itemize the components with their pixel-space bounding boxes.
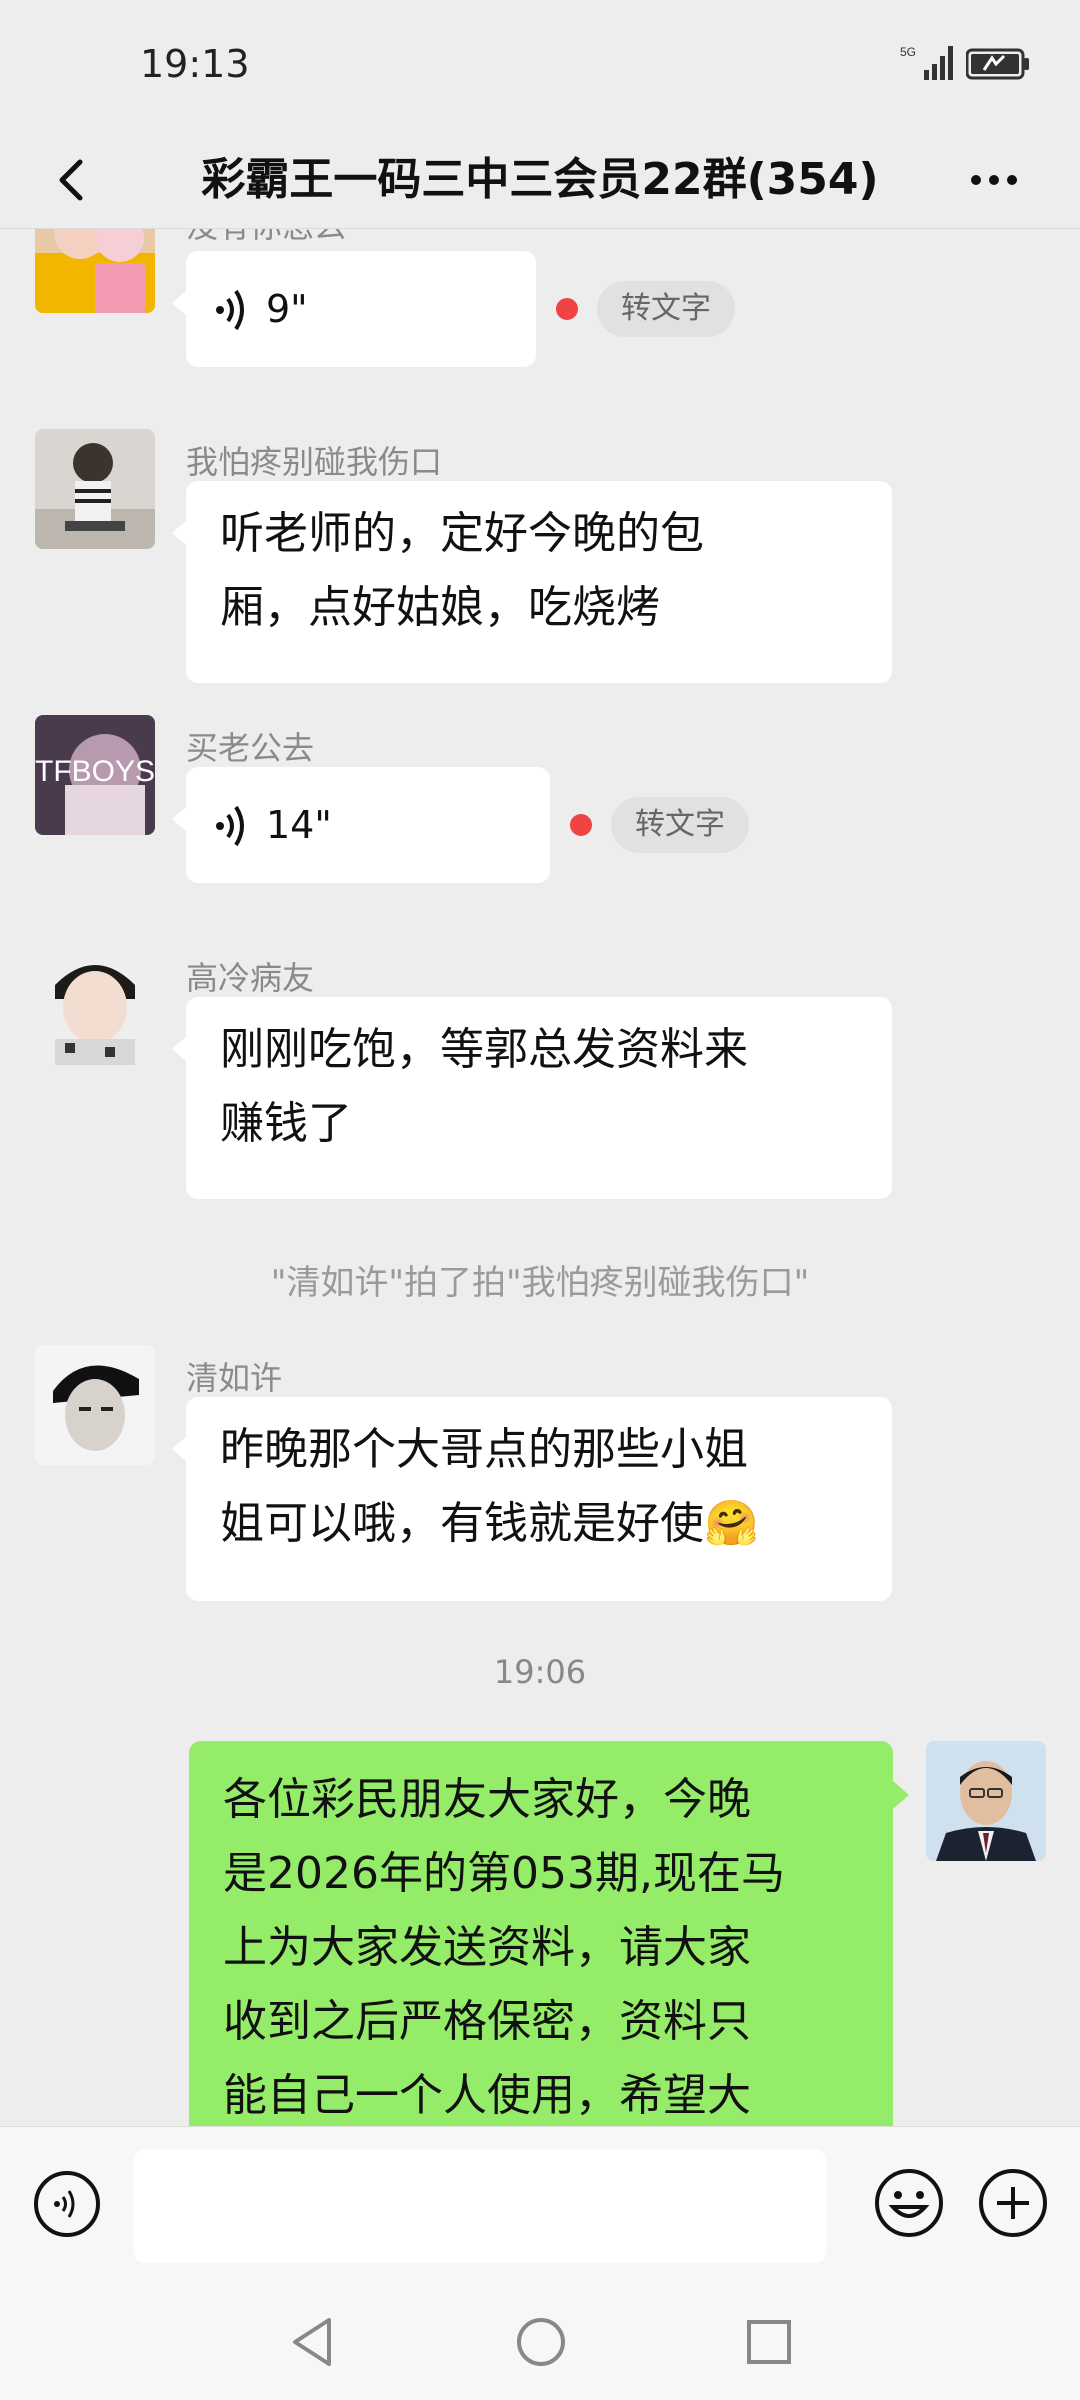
nav-recent-apps-icon[interactable] — [741, 2312, 797, 2372]
emoji-icon[interactable] — [873, 2167, 945, 2239]
chat-header: 彩霸王一码三中三会员22群(354) — [0, 130, 1080, 230]
text-message[interactable]: 刚刚吃饱，等郭总发资料来 赚钱了 — [172, 997, 892, 1199]
unread-dot — [570, 814, 592, 836]
avatar[interactable] — [35, 945, 155, 1065]
sender-name: 没有你怎么 — [186, 229, 346, 247]
text-message[interactable]: 昨晚那个大哥点的那些小姐 姐可以哦，有钱就是好使🤗 — [172, 1397, 892, 1601]
message-line: 各位彩民朋友大家好，今晚 — [223, 1774, 751, 1825]
voice-duration: 14" — [266, 803, 332, 847]
message-line: 收到之后严格保密，资料只 — [223, 1996, 751, 2047]
more-options-icon[interactable] — [954, 140, 1034, 220]
voice-message[interactable]: 9" — [172, 251, 536, 367]
avatar-image: TFBOYS — [35, 715, 155, 835]
nav-back-icon[interactable] — [285, 2312, 341, 2372]
input-bar — [0, 2126, 1080, 2286]
self-avatar[interactable] — [926, 1741, 1046, 1861]
message-line: 昨晚那个大哥点的那些小姐 — [220, 1424, 748, 1475]
avatar[interactable] — [35, 229, 155, 313]
voice-wave-icon — [216, 805, 244, 847]
message-line: 是2026年的第053期,现在马 — [223, 1848, 785, 1899]
system-nav-bar — [0, 2286, 1080, 2400]
avatar-image — [35, 429, 155, 549]
message-line: 姐可以哦，有钱就是好使🤗 — [220, 1498, 759, 1549]
time-divider: 19:06 — [493, 1653, 587, 1691]
voice-input-icon[interactable] — [32, 2169, 102, 2239]
unread-dot — [556, 298, 578, 320]
convert-to-text-button[interactable]: 转文字 — [597, 281, 735, 337]
avatar-image — [926, 1741, 1046, 1861]
voice-message[interactable]: 14" — [172, 767, 550, 883]
status-time: 19:13 — [140, 42, 250, 86]
avatar[interactable] — [35, 429, 155, 549]
text-message[interactable]: 听老师的，定好今晚的包 厢，点好姑娘，吃烧烤 — [172, 481, 892, 683]
self-text-message[interactable]: 各位彩民朋友大家好，今晚 是2026年的第053期,现在马 上为大家发送资料，请… — [189, 1741, 909, 2126]
status-bar: 19:13 5G — [0, 0, 1080, 130]
avatar[interactable]: TFBOYS — [35, 715, 155, 835]
convert-to-text-button[interactable]: 转文字 — [611, 797, 749, 853]
sender-name: 清如许 — [186, 1359, 283, 1397]
nav-home-icon[interactable] — [513, 2312, 569, 2372]
sender-name: 高冷病友 — [186, 959, 315, 997]
message-line: 赚钱了 — [220, 1098, 352, 1149]
message-line: 厢，点好姑娘，吃烧烤 — [220, 582, 660, 633]
back-arrow-icon[interactable] — [34, 140, 114, 220]
voice-duration: 9" — [266, 287, 308, 331]
avatar[interactable] — [35, 1345, 155, 1465]
message-input[interactable] — [134, 2149, 826, 2263]
pat-notification: "清如许"拍了拍"我怕疼别碰我伤口" — [270, 1263, 810, 1303]
signal-icon: 5G — [900, 45, 953, 80]
message-line: 听老师的，定好今晚的包 — [220, 508, 704, 559]
network-type: 5G — [900, 45, 916, 59]
message-line: 能自己一个人使用，希望大 — [223, 2070, 751, 2121]
chat-title: 彩霸王一码三中三会员22群(354) — [201, 154, 879, 205]
avatar-image — [35, 1345, 155, 1465]
avatar-text: TFBOYS — [35, 755, 155, 788]
chat-messages[interactable]: 没有你怎么 9" 转文字 我怕疼别碰我伤口 听老师的，定好今晚的包 厢，点好姑娘… — [0, 229, 1080, 2126]
message-line: 上为大家发送资料，请大家 — [223, 1922, 751, 1973]
message-line: 刚刚吃饱，等郭总发资料来 — [220, 1024, 748, 1075]
avatar-image — [35, 945, 155, 1065]
voice-wave-icon — [216, 289, 244, 331]
sender-name: 我怕疼别碰我伤口 — [186, 443, 443, 481]
plus-icon[interactable] — [977, 2167, 1049, 2239]
avatar-image — [35, 229, 155, 313]
sender-name: 买老公去 — [186, 729, 315, 767]
battery-icon — [966, 48, 1029, 80]
